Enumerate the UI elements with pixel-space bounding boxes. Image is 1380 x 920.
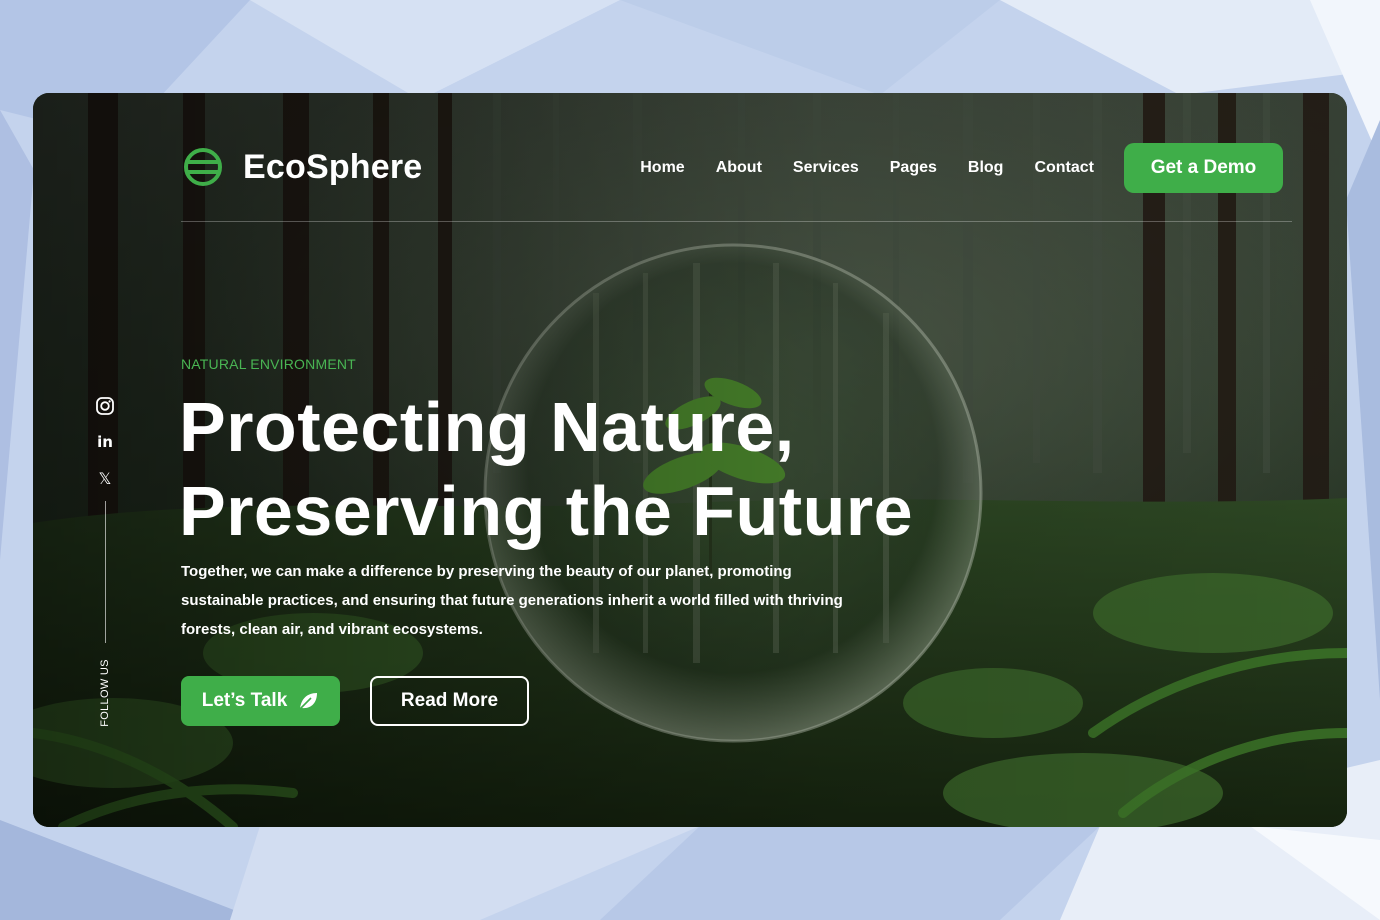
main-nav: Home About Services Pages Blog Contact	[640, 157, 1094, 179]
brand-name: EcoSphere	[243, 147, 423, 186]
leaf-icon	[299, 693, 318, 710]
nav-home[interactable]: Home	[640, 157, 684, 179]
follow-us-label: FOLLOW US	[99, 659, 111, 727]
read-more-button[interactable]: Read More	[370, 676, 529, 726]
hero-description: Together, we can make a difference by pr…	[181, 563, 843, 638]
nav-services[interactable]: Services	[793, 157, 859, 179]
x-icon[interactable]: 𝕏	[94, 467, 116, 489]
nav-pages[interactable]: Pages	[890, 157, 937, 179]
hero-card: EcoSphere Home About Services Pages Blog…	[33, 93, 1347, 827]
headline-line-1: Protecting Nature,	[179, 388, 795, 466]
globe-icon	[184, 148, 222, 186]
nav-blog[interactable]: Blog	[968, 157, 1004, 179]
headline-line-2: Preserving the Future	[179, 472, 914, 550]
brand-logo[interactable]: EcoSphere	[183, 147, 422, 187]
nav-about[interactable]: About	[716, 157, 762, 179]
hero-eyebrow: NATURAL ENVIRONMENT	[181, 356, 356, 372]
nav-contact[interactable]: Contact	[1034, 157, 1094, 179]
hero-headline: Protecting Nature, Preserving the Future	[179, 385, 939, 553]
header-divider	[181, 221, 1292, 222]
linkedin-icon[interactable]: in	[94, 431, 116, 453]
social-divider	[104, 501, 106, 643]
get-demo-button[interactable]: Get a Demo	[1124, 143, 1283, 193]
lets-talk-button[interactable]: Let’s Talk	[181, 676, 340, 726]
lets-talk-label: Let’s Talk	[201, 690, 288, 711]
instagram-icon[interactable]	[94, 395, 116, 417]
social-sidebar: in 𝕏	[93, 395, 117, 643]
